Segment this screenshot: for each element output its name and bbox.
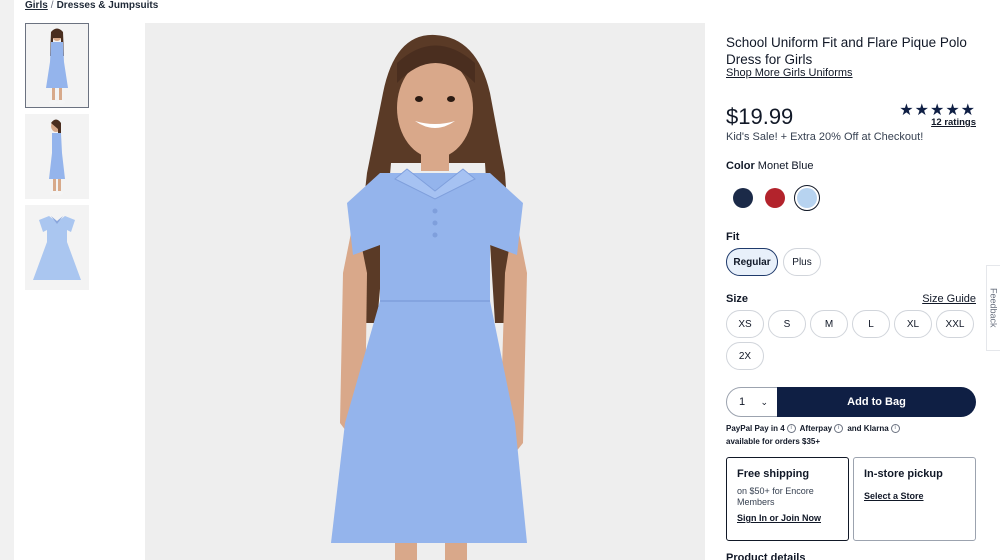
main-product-image[interactable] bbox=[145, 23, 705, 560]
thumbnail-list bbox=[25, 23, 89, 296]
fit-label: Fit bbox=[726, 231, 740, 243]
thumbnail-side[interactable] bbox=[25, 114, 89, 199]
size-xl-button[interactable]: XL bbox=[894, 310, 932, 338]
product-details-heading: Product details bbox=[726, 552, 806, 560]
fit-plus-button[interactable]: Plus bbox=[783, 248, 821, 276]
fit-options: Regular Plus bbox=[726, 248, 821, 276]
girl-in-blue-polo-dress-photo bbox=[145, 23, 705, 560]
sign-in-link[interactable]: Sign In or Join Now bbox=[737, 513, 821, 523]
shop-more-link[interactable]: Shop More Girls Uniforms bbox=[726, 67, 853, 79]
size-s-button[interactable]: S bbox=[768, 310, 806, 338]
color-swatches bbox=[730, 185, 820, 211]
feedback-label: Feedback bbox=[988, 288, 999, 328]
and-text: and bbox=[847, 424, 862, 433]
quantity-value: 1 bbox=[739, 396, 746, 408]
color-label-title: Color bbox=[726, 160, 755, 172]
ratings-count-link[interactable]: 12 ratings bbox=[931, 117, 976, 128]
dress-side-thumbnail-image bbox=[49, 119, 65, 195]
color-selected-value: Monet Blue bbox=[757, 160, 814, 172]
feedback-tab[interactable]: Feedback bbox=[986, 265, 1000, 351]
swatch-navy-dot bbox=[733, 188, 753, 208]
swatch-monet-blue-dot bbox=[797, 188, 817, 208]
size-label: Size bbox=[726, 293, 749, 305]
select-store-link[interactable]: Select a Store bbox=[864, 491, 924, 501]
payment-threshold-text: available for orders $35+ bbox=[726, 437, 821, 446]
product-price: $19.99 bbox=[726, 104, 794, 129]
free-shipping-option[interactable]: Free shipping on $50+ for Encore Members… bbox=[726, 457, 849, 541]
klarna-text: Klarna bbox=[863, 424, 889, 433]
afterpay-text: Afterpay bbox=[799, 424, 833, 433]
breadcrumb-current[interactable]: Dresses & Jumpsuits bbox=[57, 0, 159, 11]
payment-options: PayPal Pay in 4i Afterpay i and Klarna i a… bbox=[726, 422, 976, 448]
size-options: XS S M L XL XXL 2X bbox=[726, 310, 978, 370]
info-icon[interactable]: i bbox=[890, 424, 900, 434]
info-icon[interactable]: i bbox=[834, 424, 844, 434]
shipping-subtitle: on $50+ for Encore Members bbox=[737, 486, 814, 507]
paypal-text: PayPal Pay in 4 bbox=[726, 424, 785, 433]
left-gutter bbox=[0, 0, 14, 560]
swatch-monet-blue[interactable] bbox=[794, 185, 820, 211]
breadcrumb: Girls / Dresses & Jumpsuits bbox=[25, 0, 158, 11]
fit-regular-button[interactable]: Regular bbox=[726, 248, 778, 276]
breadcrumb-girls-link[interactable]: Girls bbox=[25, 0, 48, 11]
dress-front-thumbnail-image bbox=[46, 28, 68, 104]
swatch-navy[interactable] bbox=[730, 185, 756, 211]
dress-flat-thumbnail-image bbox=[33, 215, 81, 280]
pickup-title: In-store pickup bbox=[864, 468, 943, 480]
size-l-button[interactable]: L bbox=[852, 310, 890, 338]
thumbnail-flat[interactable] bbox=[25, 205, 89, 290]
size-xs-button[interactable]: XS bbox=[726, 310, 764, 338]
store-pickup-option[interactable]: In-store pickup Select a Store bbox=[853, 457, 976, 541]
sale-text: Kid's Sale! + Extra 20% Off at Checkout! bbox=[726, 131, 924, 143]
breadcrumb-separator: / bbox=[50, 0, 54, 11]
shipping-title: Free shipping bbox=[737, 468, 810, 480]
color-label: Color Monet Blue bbox=[726, 160, 813, 172]
swatch-red[interactable] bbox=[762, 185, 788, 211]
product-title: School Uniform Fit and Flare Pique Polo … bbox=[726, 35, 967, 67]
size-guide-link[interactable]: Size Guide bbox=[922, 293, 976, 305]
add-to-bag-button[interactable]: Add to Bag bbox=[777, 387, 976, 417]
size-m-button[interactable]: M bbox=[810, 310, 848, 338]
thumbnail-front[interactable] bbox=[25, 23, 89, 108]
info-icon[interactable]: i bbox=[786, 424, 796, 434]
quantity-select[interactable]: 1 ⌄ bbox=[726, 387, 778, 417]
chevron-down-icon: ⌄ bbox=[760, 396, 768, 407]
size-2x-button[interactable]: 2X bbox=[726, 342, 764, 370]
size-xxl-button[interactable]: XXL bbox=[936, 310, 974, 338]
swatch-red-dot bbox=[765, 188, 785, 208]
